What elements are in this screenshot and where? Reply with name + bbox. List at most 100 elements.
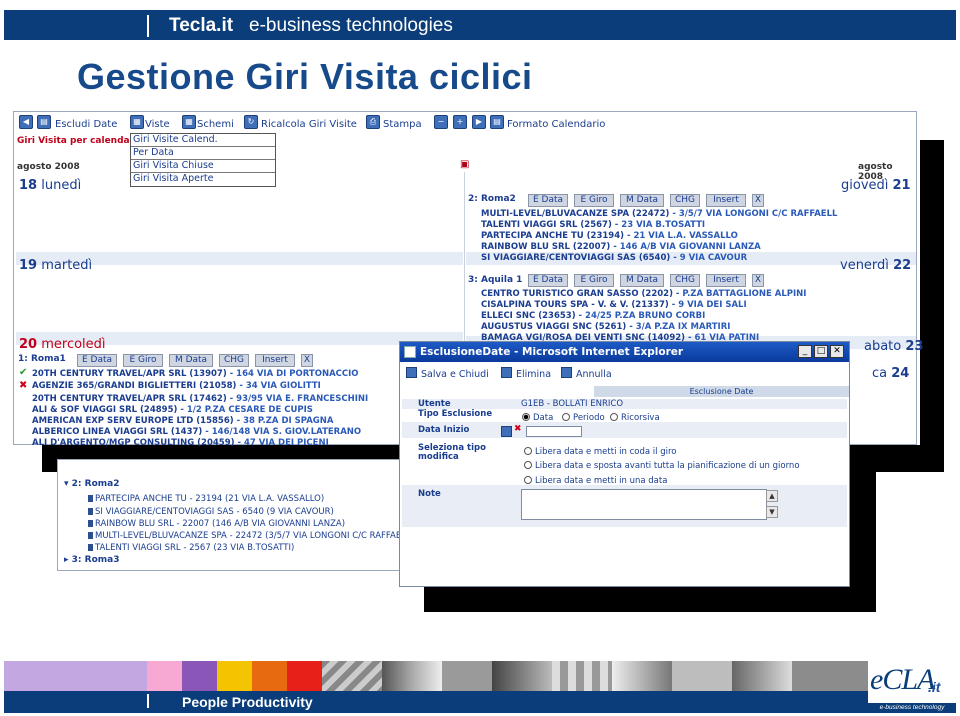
chg-button[interactable]: CHG bbox=[670, 194, 700, 207]
viste-icon[interactable]: ▦ bbox=[130, 115, 144, 129]
list-item[interactable]: PARTECIPA ANCHE TU (23194) - 21 VIA L.A.… bbox=[481, 231, 738, 241]
escludi-date-button[interactable]: Escludi Date bbox=[55, 119, 117, 130]
footer-photo bbox=[792, 661, 868, 691]
radio-coda-giro[interactable]: Libera data e metti in coda il giro bbox=[524, 447, 676, 457]
radio-sposta-avanti[interactable]: Libera data e sposta avanti tutta la pia… bbox=[524, 461, 800, 471]
tree-row[interactable]: SI VIAGGIARE/CENTOVIAGGI SAS - 6540 (9 V… bbox=[88, 507, 334, 517]
list-item[interactable]: 20TH CENTURY TRAVEL/APR SRL (17462) - 93… bbox=[32, 394, 368, 404]
trash-icon[interactable] bbox=[88, 544, 93, 551]
dialog-title-bar[interactable]: EsclusioneDate - Microsoft Internet Expl… bbox=[400, 342, 849, 362]
list-item[interactable]: ELLECI SNC (23653) - 24/25 P.ZA BRUNO CO… bbox=[481, 311, 705, 321]
ricalcola-icon[interactable]: ↻ bbox=[244, 115, 258, 129]
list-item[interactable]: MULTI-LEVEL/BLUVACANZE SPA (22472) - 3/5… bbox=[481, 209, 837, 219]
scroll-down-icon[interactable]: ▼ bbox=[766, 506, 778, 518]
formato-icon[interactable]: ▤ bbox=[490, 115, 504, 129]
close-group-button[interactable]: X bbox=[752, 194, 764, 207]
m-data-button[interactable]: M Data bbox=[620, 274, 664, 287]
m-data-button[interactable]: M Data bbox=[620, 194, 664, 207]
giri-tree-panel: ▾ 2: Roma2 PARTECIPA ANCHE TU - 23194 (2… bbox=[57, 459, 403, 571]
note-icon[interactable]: ▣ bbox=[460, 159, 469, 170]
app-shadow-right bbox=[920, 140, 944, 472]
escludi-date-icon[interactable]: ▤ bbox=[37, 115, 51, 129]
trash-icon[interactable] bbox=[88, 532, 93, 539]
tree-row[interactable]: RAINBOW BLU SRL - 22007 (146 A/B VIA GIO… bbox=[88, 519, 345, 529]
close-group-button[interactable]: X bbox=[752, 274, 764, 287]
data-inizio-input[interactable] bbox=[526, 426, 582, 437]
formato-calendario-button[interactable]: Formato Calendario bbox=[507, 119, 605, 130]
day-24[interactable]: ca 24 bbox=[872, 366, 909, 381]
menu-item-giri-aperte[interactable]: Giri Visita Aperte bbox=[131, 173, 275, 186]
m-data-button[interactable]: M Data bbox=[169, 354, 213, 367]
trash-icon[interactable] bbox=[88, 495, 93, 502]
save-icon[interactable] bbox=[406, 367, 417, 378]
list-item[interactable]: AGENZIE 365/GRANDI BIGLIETTERI (21058) -… bbox=[32, 381, 321, 391]
calendar-icon[interactable] bbox=[501, 426, 512, 437]
list-item[interactable]: RAINBOW BLU SRL (22007) - 146 A/B VIA GI… bbox=[481, 242, 761, 252]
tree-row[interactable]: MULTI-LEVEL/BLUVACANZE SPA - 22472 (3/5/… bbox=[88, 531, 402, 541]
e-giro-button[interactable]: E Giro bbox=[574, 274, 614, 287]
tree-row[interactable]: TALENTI VIAGGI SRL - 2567 (23 VIA B.TOSA… bbox=[88, 543, 294, 553]
tree-node-roma2[interactable]: ▾ 2: Roma2 bbox=[64, 479, 119, 489]
e-data-button[interactable]: E Data bbox=[77, 354, 117, 367]
list-item[interactable]: CENTRO TURISTICO GRAN SASSO (2202) - P.Z… bbox=[481, 289, 806, 299]
e-data-button[interactable]: E Data bbox=[528, 194, 568, 207]
footer-photo bbox=[442, 661, 492, 691]
note-textarea[interactable] bbox=[521, 489, 767, 520]
check-icon: ✔ bbox=[19, 367, 28, 378]
insert-button[interactable]: Insert bbox=[706, 274, 746, 287]
menu-item-giri-chiuse[interactable]: Giri Visita Chiuse bbox=[131, 160, 275, 173]
tree-row[interactable]: PARTECIPA ANCHE TU - 23194 (21 VIA L.A. … bbox=[88, 494, 324, 504]
day-19[interactable]: 19 martedì bbox=[19, 258, 92, 273]
close-button[interactable]: ✕ bbox=[830, 345, 844, 358]
menu-item-per-data[interactable]: Per Data bbox=[131, 147, 275, 160]
list-item[interactable]: ALI & SOF VIAGGI SRL (24895) - 1/2 P.ZA … bbox=[32, 405, 313, 415]
chg-button[interactable]: CHG bbox=[670, 274, 700, 287]
maximize-button[interactable]: □ bbox=[814, 345, 828, 358]
trash-icon[interactable] bbox=[88, 508, 93, 515]
clear-date-icon[interactable]: ✖ bbox=[514, 424, 522, 434]
e-data-button[interactable]: E Data bbox=[528, 274, 568, 287]
print-icon[interactable]: ⎙ bbox=[366, 115, 380, 129]
scroll-up-icon[interactable]: ▲ bbox=[766, 490, 778, 502]
day-21[interactable]: giovedì 21 bbox=[841, 178, 911, 193]
ricalcola-button[interactable]: Ricalcola Giri Visite bbox=[261, 119, 357, 130]
insert-button[interactable]: Insert bbox=[706, 194, 746, 207]
list-item[interactable]: AMERICAN EXP SERV EUROPE LTD (15856) - 3… bbox=[32, 416, 333, 426]
close-group-button[interactable]: X bbox=[301, 354, 313, 367]
viste-button[interactable]: Viste bbox=[145, 119, 170, 130]
cancel-icon[interactable] bbox=[561, 367, 572, 378]
e-giro-button[interactable]: E Giro bbox=[574, 194, 614, 207]
minimize-button[interactable]: _ bbox=[798, 345, 812, 358]
menu-item-giri-visite-calend[interactable]: Giri Visite Calend. bbox=[131, 134, 275, 147]
day-22[interactable]: venerdì 22 bbox=[840, 258, 911, 273]
trash-icon[interactable] bbox=[88, 520, 93, 527]
next-icon[interactable]: ▶ bbox=[472, 115, 486, 129]
day-23[interactable]: abato 23 bbox=[864, 339, 923, 354]
list-item[interactable]: 20TH CENTURY TRAVEL/APR SRL (13907) - 16… bbox=[32, 369, 359, 379]
schemi-icon[interactable]: ▦ bbox=[182, 115, 196, 129]
save-close-button[interactable]: Salva e Chiudi bbox=[421, 369, 489, 380]
list-item[interactable]: ALBERICO LINEA VIAGGI SRL (1437) - 146/1… bbox=[32, 427, 361, 437]
day-18[interactable]: 18 lunedì bbox=[19, 178, 81, 193]
delete-icon[interactable] bbox=[501, 367, 512, 378]
dialog-title: EsclusioneDate - Microsoft Internet Expl… bbox=[420, 346, 684, 358]
list-item[interactable]: CISALPINA TOURS SPA - V. & V. (21337) - … bbox=[481, 300, 747, 310]
delete-button[interactable]: Elimina bbox=[516, 369, 551, 380]
list-item[interactable]: ALI D'ARGENTO/MGP CONSULTING (20459) - 4… bbox=[32, 438, 329, 448]
tree-node-roma3[interactable]: ▸ 3: Roma3 bbox=[64, 555, 119, 565]
slide-title: Gestione Giri Visita ciclici bbox=[77, 56, 533, 97]
list-item[interactable]: SI VIAGGIARE/CENTOVIAGGI SAS (6540) - 9 … bbox=[481, 253, 747, 263]
data-inizio-label: Data Inizio bbox=[418, 425, 470, 435]
chg-button[interactable]: CHG bbox=[219, 354, 249, 367]
schemi-button[interactable]: Schemi bbox=[197, 119, 234, 130]
zoom-in-icon[interactable]: + bbox=[453, 115, 467, 129]
e-giro-button[interactable]: E Giro bbox=[123, 354, 163, 367]
zoom-out-icon[interactable]: − bbox=[434, 115, 448, 129]
day-20[interactable]: 20 mercoledì bbox=[19, 337, 106, 352]
prev-icon[interactable]: ◀ bbox=[19, 115, 33, 129]
stampa-button[interactable]: Stampa bbox=[383, 119, 422, 130]
insert-button[interactable]: Insert bbox=[255, 354, 295, 367]
cancel-button[interactable]: Annulla bbox=[576, 369, 612, 380]
list-item[interactable]: TALENTI VIAGGI SRL (2567) - 23 VIA B.TOS… bbox=[481, 220, 705, 230]
list-item[interactable]: AUGUSTUS VIAGGI SNC (5261) - 3/A P.ZA IX… bbox=[481, 322, 730, 332]
